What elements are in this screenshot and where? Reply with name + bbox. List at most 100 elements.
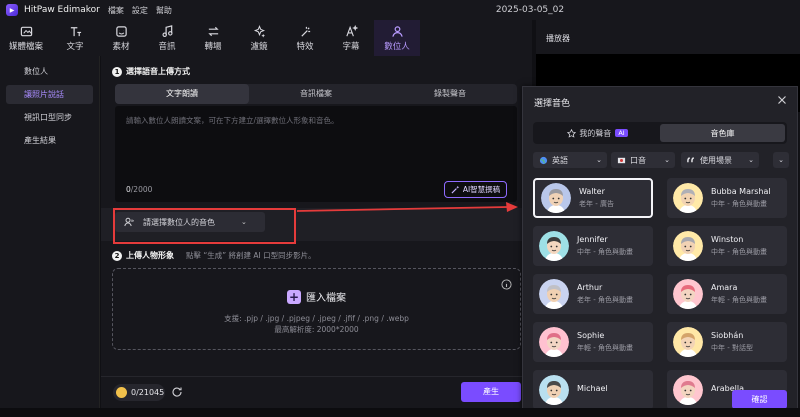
tab-audio-file[interactable]: 音訊檔案 — [249, 84, 383, 104]
script-input[interactable]: 請輸入數位人朗讀文案，可在下方建立/選擇數位人形象和音色。 0/2000 AI智… — [115, 106, 517, 202]
voice-description: 年輕 - 角色與動畫 — [577, 344, 633, 352]
nav-item-digital-human[interactable]: 數位人 — [6, 62, 93, 81]
voice-name: Arthur — [577, 283, 603, 292]
voice-filters: 英語 ⌄ 口音 ⌄ 使用場景 ⌄ ⌄ — [533, 152, 793, 168]
filter-language-label: 英語 — [552, 155, 568, 165]
chevron-down-icon: ⌄ — [241, 218, 247, 226]
max-resolution: 最高解析度: 2000*2000 — [274, 325, 359, 334]
media-icon — [20, 26, 32, 36]
voice-description: 中年 - 角色與動畫 — [711, 248, 767, 256]
voice-row: 請選擇數位人的音色 ⌄ — [101, 208, 532, 241]
status-bar — [0, 408, 800, 417]
tool-transition[interactable]: 轉場 — [190, 20, 236, 56]
menu-help[interactable]: 幫助 — [156, 5, 172, 16]
image-upload-area[interactable]: + 匯入檔案 支援: .pjp / .jpg / .pjpeg / .jpeg … — [112, 268, 521, 350]
tab-record-voice[interactable]: 錄製聲音 — [383, 84, 517, 104]
voice-card[interactable]: Winston 中年 - 角色與動畫 — [667, 226, 787, 266]
sticker-icon — [115, 25, 127, 37]
effect-icon — [300, 26, 310, 37]
flag-icon — [617, 157, 626, 163]
filter-language[interactable]: 英語 ⌄ — [533, 152, 607, 168]
close-icon[interactable] — [777, 95, 787, 105]
tab-text-to-speech[interactable]: 文字朗讀 — [115, 84, 249, 104]
voice-card[interactable]: Jennifer 中年 - 角色與動畫 — [533, 226, 653, 266]
tool-subtitle[interactable]: 字幕 — [328, 20, 374, 56]
voice-card[interactable]: Sophie 年輕 - 角色與動畫 — [533, 322, 653, 362]
filter-scenario-label: 使用場景 — [700, 155, 732, 165]
voice-description: 老年 - 角色與動畫 — [577, 296, 633, 304]
filter-accent-label: 口音 — [630, 155, 646, 165]
menu-file[interactable]: 檔案 — [108, 5, 124, 16]
player-title: 播放器 — [546, 34, 570, 43]
voice-select-dropdown[interactable]: 請選擇數位人的音色 ⌄ — [115, 212, 265, 232]
avatar — [539, 279, 569, 309]
tool-media[interactable]: 媒體檔案 — [0, 20, 52, 56]
confirm-button[interactable]: 確認 — [732, 390, 787, 409]
nav-item-talking-photo[interactable]: 讓照片說話 — [6, 85, 93, 104]
supported-formats: 支援: .pjp / .jpg / .pjpeg / .jpeg / .jfif… — [224, 314, 409, 323]
menu-settings[interactable]: 設定 — [132, 5, 148, 16]
step1-heading: 1 選擇語音上傳方式 — [112, 66, 190, 77]
more-filters-button[interactable]: ⌄ — [773, 152, 789, 168]
quote-icon — [687, 156, 695, 162]
tool-sticker[interactable]: 素材 — [98, 20, 144, 56]
app-logo-icon: ▶ — [6, 4, 18, 16]
filter-icon — [253, 24, 265, 38]
voice-card[interactable]: Amara 年輕 - 角色與動畫 — [667, 274, 787, 314]
tool-media-label: 媒體檔案 — [8, 41, 43, 52]
voice-description: 年輕 - 角色與動畫 — [711, 296, 767, 304]
voice-name: Winston — [711, 235, 744, 244]
music-icon — [161, 24, 173, 37]
left-nav: 數位人 讓照片說話 視訊口型同步 產生結果 — [0, 56, 100, 408]
filter-scenario[interactable]: 使用場景 ⌄ — [681, 152, 759, 168]
nav-item-lip-sync[interactable]: 視訊口型同步 — [6, 108, 93, 127]
voice-name: Walter — [579, 187, 605, 196]
user-voice-icon — [124, 217, 134, 227]
step2-number: 2 — [112, 250, 122, 261]
chevron-down-icon: ⌄ — [664, 156, 670, 164]
talking-photo-panel: 1 選擇語音上傳方式 文字朗讀 音訊檔案 錄製聲音 請輸入數位人朗讀文案，可在下… — [101, 56, 532, 408]
magic-wand-icon — [451, 185, 459, 194]
tool-digital-human[interactable]: 數位人 — [374, 20, 420, 56]
voice-description: 老年 - 廣告 — [579, 200, 614, 208]
tab-my-voice-label: 我的聲音 — [579, 128, 612, 138]
voice-picker-dialog: 選擇音色 我的聲音 AI 音色庫 英語 ⌄ 口音 ⌄ 使用場景 ⌄ ⌄ Walt… — [522, 86, 798, 412]
tool-audio[interactable]: 音訊 — [144, 20, 190, 56]
avatar — [541, 183, 571, 213]
voice-select-label: 請選擇數位人的音色 — [143, 217, 215, 227]
coin-icon — [116, 387, 127, 398]
tool-digital-human-label: 數位人 — [384, 41, 410, 52]
avatar — [673, 279, 703, 309]
ai-writer-button[interactable]: AI智慧撰稿 — [444, 181, 507, 198]
voice-name: Siobhán — [711, 331, 744, 340]
ai-writer-label: AI智慧撰稿 — [462, 185, 501, 194]
voice-card[interactable]: Bubba Marshal 中年 - 角色與動畫 — [667, 178, 787, 218]
chevron-down-icon: ⌄ — [778, 156, 784, 164]
voice-name: Amara — [711, 283, 738, 292]
voice-card[interactable]: Arthur 老年 - 角色與動畫 — [533, 274, 653, 314]
app-name: HitPaw Edimakor — [24, 5, 100, 15]
refresh-icon[interactable] — [171, 386, 183, 398]
nav-item-results[interactable]: 產生結果 — [6, 131, 93, 150]
tool-filter[interactable]: 濾鏡 — [236, 20, 282, 56]
voice-card[interactable]: Siobhán 中年 - 對話型 — [667, 322, 787, 362]
chevron-down-icon: ⌄ — [596, 156, 602, 164]
voice-card[interactable]: Walter 老年 - 廣告 — [533, 178, 653, 218]
tool-text[interactable]: 文字 — [52, 20, 98, 56]
avatar — [673, 183, 703, 213]
filter-accent[interactable]: 口音 ⌄ — [611, 152, 675, 168]
text-icon — [70, 26, 81, 36]
tool-effect[interactable]: 特效 — [282, 20, 328, 56]
dialog-tabs: 我的聲音 AI 音色庫 — [533, 122, 787, 144]
generate-button[interactable]: 產生 — [461, 382, 521, 402]
transition-icon — [207, 26, 219, 36]
import-label: 匯入檔案 — [306, 293, 346, 304]
avatar-icon — [391, 25, 403, 37]
avatar — [673, 231, 703, 261]
import-button[interactable]: + 匯入檔案 — [113, 289, 520, 304]
tab-voice-library[interactable]: 音色庫 — [660, 124, 785, 142]
step1-title: 選擇語音上傳方式 — [126, 67, 190, 76]
tool-subtitle-label: 字幕 — [342, 41, 360, 52]
tab-my-voice[interactable]: 我的聲音 AI — [535, 124, 660, 142]
voice-card[interactable]: Michael — [533, 370, 653, 410]
